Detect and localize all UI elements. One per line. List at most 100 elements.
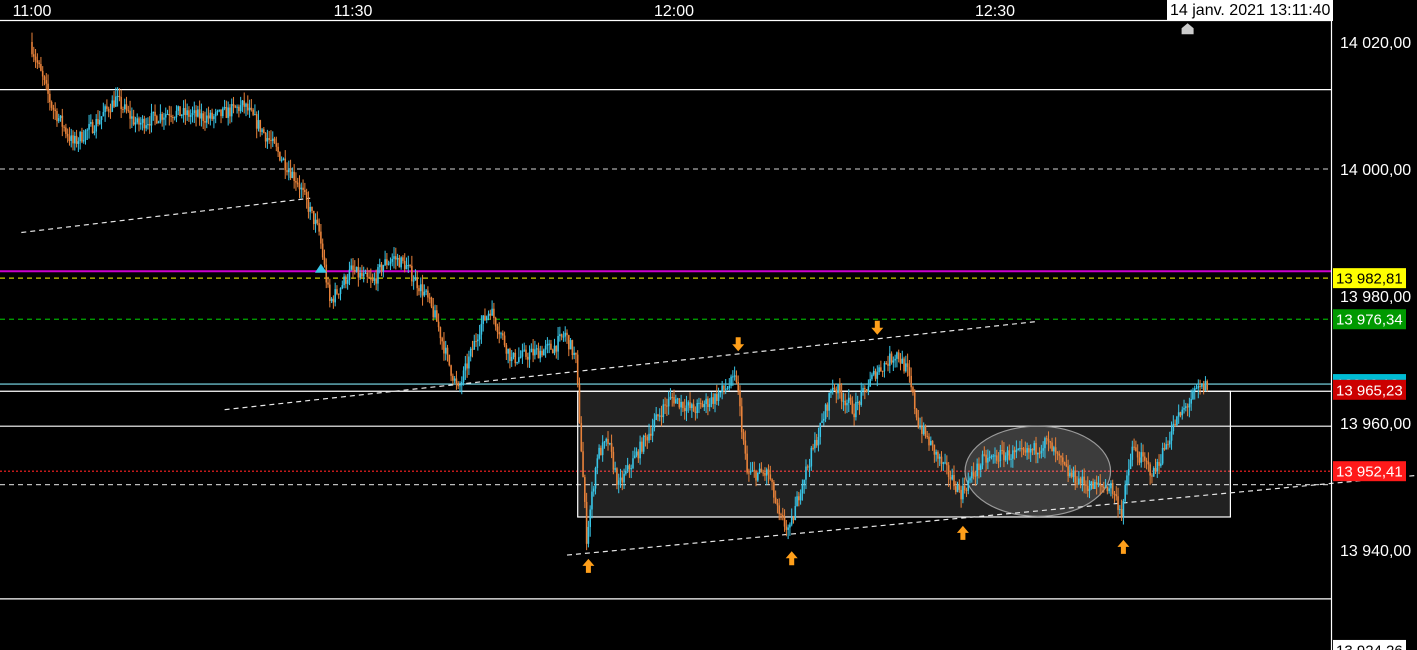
candle-body (903, 358, 905, 372)
candle-body (510, 356, 513, 362)
candle-body (530, 348, 533, 353)
candle-body (823, 418, 825, 421)
candle-body (710, 397, 713, 405)
candle-body (890, 353, 893, 363)
candle-body (229, 107, 231, 117)
candle-body (147, 124, 149, 126)
candle-body (753, 470, 756, 472)
candle-body (585, 501, 588, 544)
candle-body (93, 131, 96, 133)
candle-body (336, 289, 338, 294)
candle-body (1147, 461, 1150, 465)
candle-body (1056, 452, 1059, 454)
candle-body (913, 392, 916, 409)
candle-body (667, 398, 670, 407)
candle-body (72, 135, 74, 144)
candle-body (621, 477, 624, 483)
candle-body (273, 138, 276, 144)
candle-body (1012, 450, 1014, 459)
candle-body (412, 280, 415, 282)
candle-body (730, 376, 732, 386)
candle-body (526, 356, 529, 360)
candle-body (348, 269, 351, 281)
candle-body (496, 326, 499, 332)
candle-body (425, 290, 427, 292)
candle-body (393, 256, 395, 259)
candle-body (1186, 406, 1189, 408)
candle-body (696, 403, 698, 413)
candle-body (928, 436, 930, 446)
price-chart[interactable]: 11:00 11:30 12:00 12:30 14 020,00 14 000,00 1… (0, 0, 1417, 650)
candle-body (248, 107, 251, 111)
candle-body (134, 122, 137, 125)
candle-body (1019, 448, 1021, 450)
candle-body (657, 414, 659, 417)
candle-body (1133, 446, 1135, 448)
candle-body (780, 514, 782, 516)
candle-body (316, 219, 319, 224)
candle-body (926, 435, 929, 437)
candle-body (555, 345, 558, 352)
candle-body (721, 385, 723, 392)
candle-body (41, 70, 44, 77)
candle-body (473, 340, 476, 350)
candle-body (84, 130, 87, 140)
candle-body (291, 171, 294, 178)
candle-body (1195, 388, 1198, 390)
candle-body (985, 454, 987, 463)
candle-body (334, 289, 336, 303)
candle-body (305, 192, 308, 200)
candle-body (1168, 440, 1171, 445)
candle-body (658, 415, 661, 417)
candle-body (1037, 452, 1039, 455)
candle-body (125, 104, 128, 111)
candle-body (1051, 442, 1053, 452)
candle-body (628, 465, 631, 470)
candle-body (466, 363, 468, 369)
candle-body (131, 116, 133, 119)
candle-body (591, 491, 593, 510)
candle-body (139, 122, 142, 125)
candle-body (605, 438, 608, 442)
candle-body (987, 457, 989, 463)
candle-body (924, 425, 927, 436)
candle-body (676, 398, 679, 400)
candle-body (691, 404, 693, 409)
candle-body (519, 356, 522, 358)
candle-body (386, 259, 388, 265)
candle-body (885, 362, 888, 364)
candle-body (480, 323, 483, 335)
candle-body (332, 298, 335, 303)
candle-body (384, 259, 386, 266)
candle-body (801, 483, 804, 494)
candle-body (1042, 448, 1044, 451)
candle-body (337, 293, 340, 295)
candle-body (905, 363, 907, 372)
candle-body (942, 462, 945, 464)
candle-body (264, 132, 267, 142)
candle-body (714, 394, 716, 404)
candle-body (594, 467, 597, 489)
candle-body (200, 113, 203, 119)
candle-body (981, 454, 984, 466)
cursor-datetime-label: 14 janv. 2021 13:11:40 (1167, 0, 1334, 21)
candle-body (774, 497, 777, 503)
candle-body (680, 401, 682, 408)
candle-body (762, 472, 764, 474)
candle-body (320, 231, 322, 244)
candle-body (569, 340, 572, 350)
candle-body (953, 475, 955, 487)
candle-body (1097, 482, 1100, 486)
candle-body (452, 375, 454, 381)
candle-body (428, 297, 431, 299)
candle-body (116, 95, 119, 97)
candle-body (580, 422, 583, 452)
candle-body (395, 256, 397, 260)
candle-body (844, 400, 846, 406)
candle-body (298, 184, 301, 190)
candle-body (482, 315, 484, 324)
candle-body (195, 110, 197, 117)
candle-body (824, 404, 827, 419)
candle-body (132, 116, 135, 125)
candle-body (1119, 509, 1121, 511)
